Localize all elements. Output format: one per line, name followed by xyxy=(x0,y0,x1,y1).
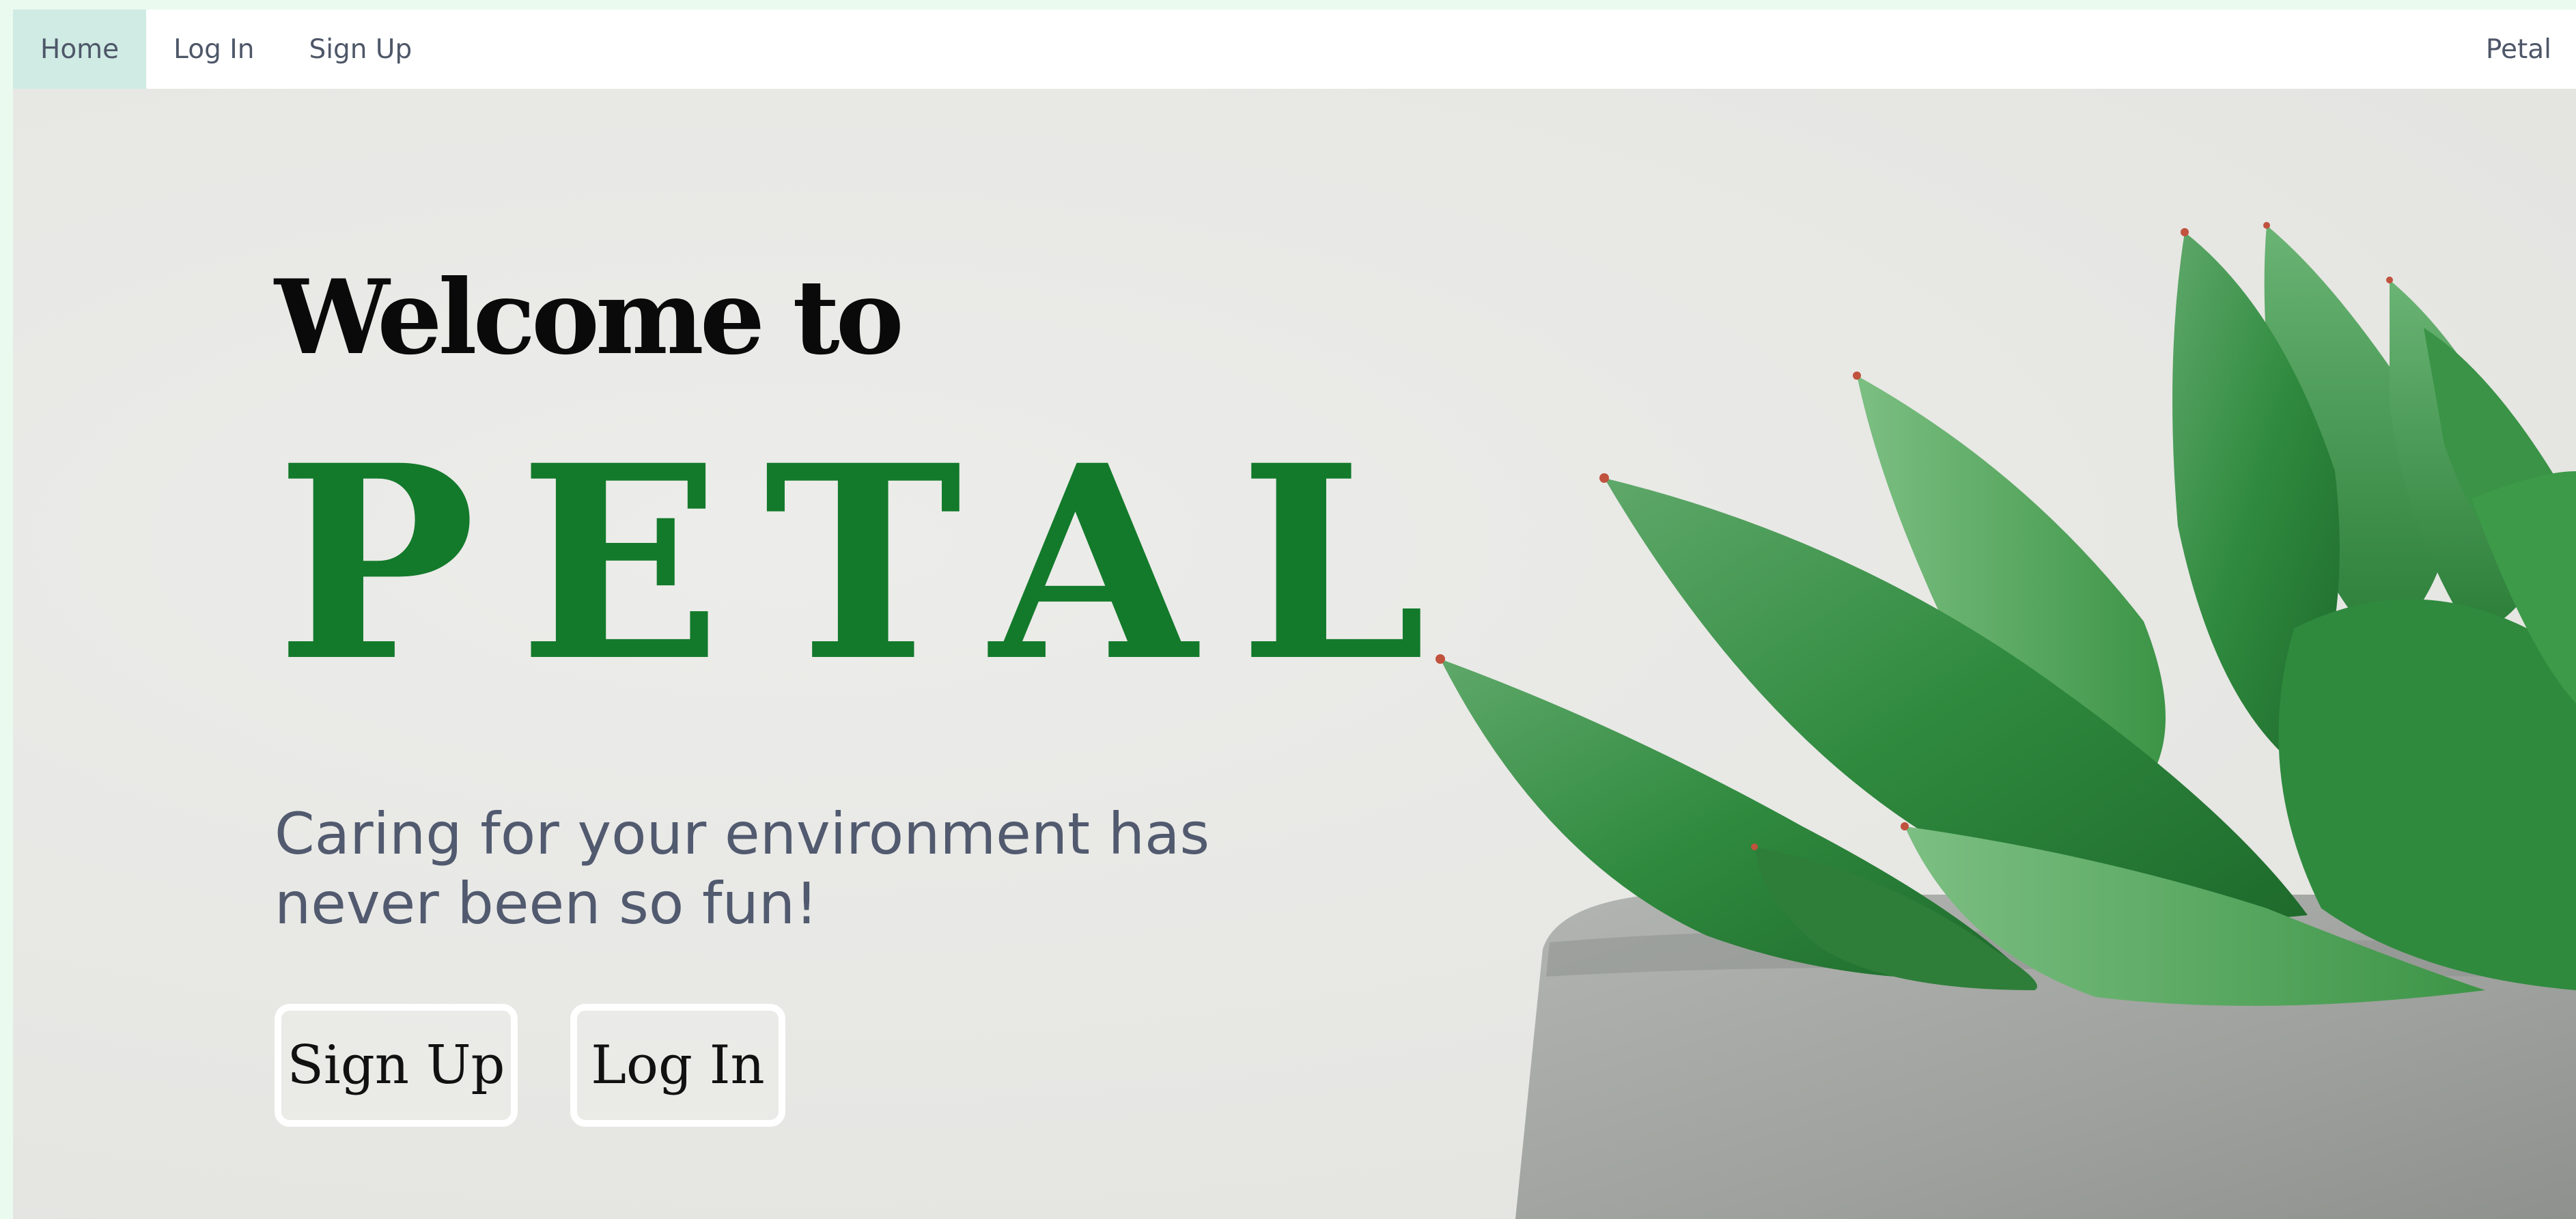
nav-home-link[interactable]: Home xyxy=(13,10,147,89)
tagline-text: Caring for your environment has never be… xyxy=(275,800,1210,937)
nav-signup-link[interactable]: Sign Up xyxy=(281,10,439,89)
login-button[interactable]: Log In xyxy=(570,1004,785,1127)
nav-login-link[interactable]: Log In xyxy=(146,10,281,89)
top-navbar: Home Log In Sign Up Petal xyxy=(13,10,2576,89)
nav-brand-link[interactable]: Petal xyxy=(2461,10,2576,89)
signup-button[interactable]: Sign Up xyxy=(275,1004,518,1127)
welcome-heading: Welcome to xyxy=(275,257,904,378)
page-frame: Home Log In Sign Up Petal Welcome to PET… xyxy=(13,10,2576,1219)
brand-title: PETAL xyxy=(276,407,1469,720)
hero-section: Welcome to PETAL Caring for your environ… xyxy=(13,89,2576,1219)
